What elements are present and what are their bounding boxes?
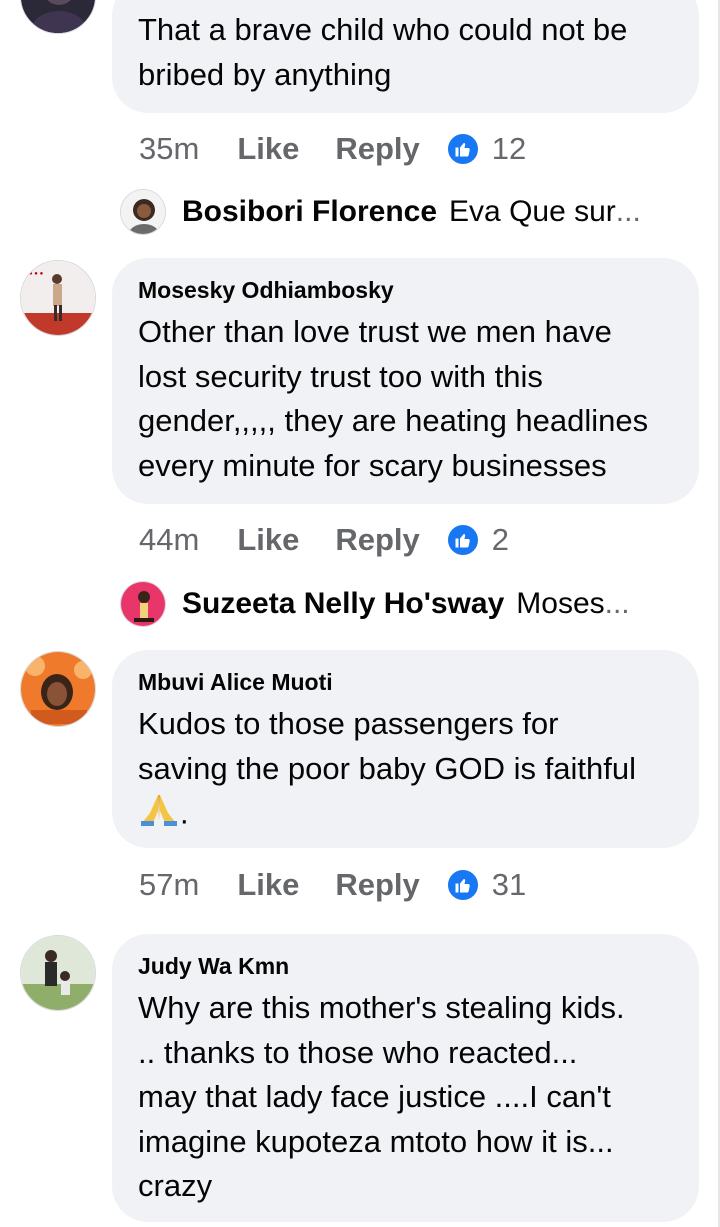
reply-button[interactable]: Reply	[335, 867, 419, 903]
comment-timestamp[interactable]: 35m	[139, 131, 199, 167]
like-button[interactable]: Like	[237, 522, 299, 558]
reply-button[interactable]: Reply	[335, 131, 419, 167]
comment-text-line: Kudos to those passengers for	[138, 706, 559, 741]
commenter-avatar[interactable]	[20, 651, 96, 727]
comment-text: That a brave child who could not be brib…	[138, 8, 673, 97]
comment-text: Other than love trust we men have lost s…	[138, 310, 673, 488]
comment-timestamp[interactable]: 44m	[139, 522, 199, 558]
comment-text-line: That a brave child who could not be	[138, 12, 628, 47]
reply-preview[interactable]: Suzeeta Nelly Ho'sway Moses...	[120, 579, 630, 629]
comment-text-line: lost security trust too with this	[138, 358, 543, 394]
like-button[interactable]: Like	[237, 867, 299, 903]
comment-actions: 57m Like Reply 31	[139, 863, 526, 907]
comment-text-line: crazy	[138, 1168, 213, 1203]
reply-button[interactable]: Reply	[335, 522, 419, 558]
comment-text: Why are this mother's stealing kids. .. …	[138, 986, 673, 1209]
commenter-avatar[interactable]	[20, 0, 96, 34]
comment-text: Kudos to those passengers for saving the…	[138, 702, 673, 840]
thumbs-up-icon[interactable]	[445, 868, 480, 902]
comment-text-line: .. thanks to those who reacted...	[138, 1034, 578, 1070]
reaction-count[interactable]: 31	[492, 867, 526, 903]
avatar-image	[21, 0, 95, 33]
reply-ellipsis: ...	[604, 587, 630, 620]
comment-text-tail: .	[180, 795, 189, 831]
comment-timestamp[interactable]: 57m	[139, 867, 199, 903]
reply-author[interactable]: Suzeeta Nelly Ho'sway	[182, 587, 504, 621]
comment-text-line: may that lady face justice ....I can't	[138, 1079, 611, 1114]
comment-author[interactable]: Mosesky Odhiambosky	[138, 276, 673, 304]
replier-avatar	[120, 189, 166, 235]
comment-text-line: Why are this mother's stealing kids.	[138, 990, 625, 1025]
reply-preview[interactable]: Bosibori Florence Eva Que sur...	[120, 187, 641, 237]
reply-snippet: Eva Que sur	[449, 195, 616, 228]
folded-hands-emoji	[138, 791, 180, 840]
comment-author[interactable]: Judy Wa Kmn	[138, 952, 673, 980]
comment-bubble[interactable]: Judy Wa Kmn Why are this mother's steali…	[112, 934, 699, 1222]
avatar-image	[121, 582, 165, 626]
comment-bubble[interactable]: Mbuvi Alice Muoti Kudos to those passeng…	[112, 650, 699, 848]
comment-actions: 35m Like Reply 12	[139, 127, 526, 171]
thumbs-up-icon[interactable]	[445, 523, 480, 557]
like-button[interactable]: Like	[237, 131, 299, 167]
comment-text-line-emoji: .	[138, 791, 673, 840]
avatar-image: ● ● ●	[21, 261, 95, 335]
reaction-count[interactable]: 2	[492, 522, 509, 558]
comment-text-line: gender,,,,, they are heating headlines	[138, 403, 649, 438]
thumbs-up-icon[interactable]	[445, 132, 480, 166]
commenter-avatar[interactable]	[20, 935, 96, 1011]
comment-text-line: every minute for scary businesses	[138, 447, 607, 483]
avatar-image	[121, 190, 165, 234]
avatar-image	[21, 652, 95, 726]
comment-text-line: saving the poor baby GOD is faithful	[138, 750, 636, 786]
commenter-avatar[interactable]: ● ● ●	[20, 260, 96, 336]
reaction-count[interactable]: 12	[492, 131, 526, 167]
reply-author[interactable]: Bosibori Florence	[182, 195, 437, 229]
comment-actions: 44m Like Reply 2	[139, 518, 509, 562]
reply-snippet: Moses	[516, 587, 605, 620]
comment-text-line: imagine kupoteza mtoto how it is...	[138, 1123, 614, 1159]
reply-ellipsis: ...	[615, 195, 641, 228]
comment-text-line: Other than love trust we men have	[138, 314, 612, 349]
replier-avatar	[120, 581, 166, 627]
comment-bubble[interactable]: That a brave child who could not be brib…	[112, 0, 699, 113]
comment-author[interactable]: Mbuvi Alice Muoti	[138, 668, 673, 696]
comment-bubble[interactable]: Mosesky Odhiambosky Other than love trus…	[112, 258, 699, 504]
comment-text-line: bribed by anything	[138, 56, 392, 92]
avatar-image	[21, 936, 95, 1010]
svg-text:● ● ●: ● ● ●	[29, 271, 44, 277]
